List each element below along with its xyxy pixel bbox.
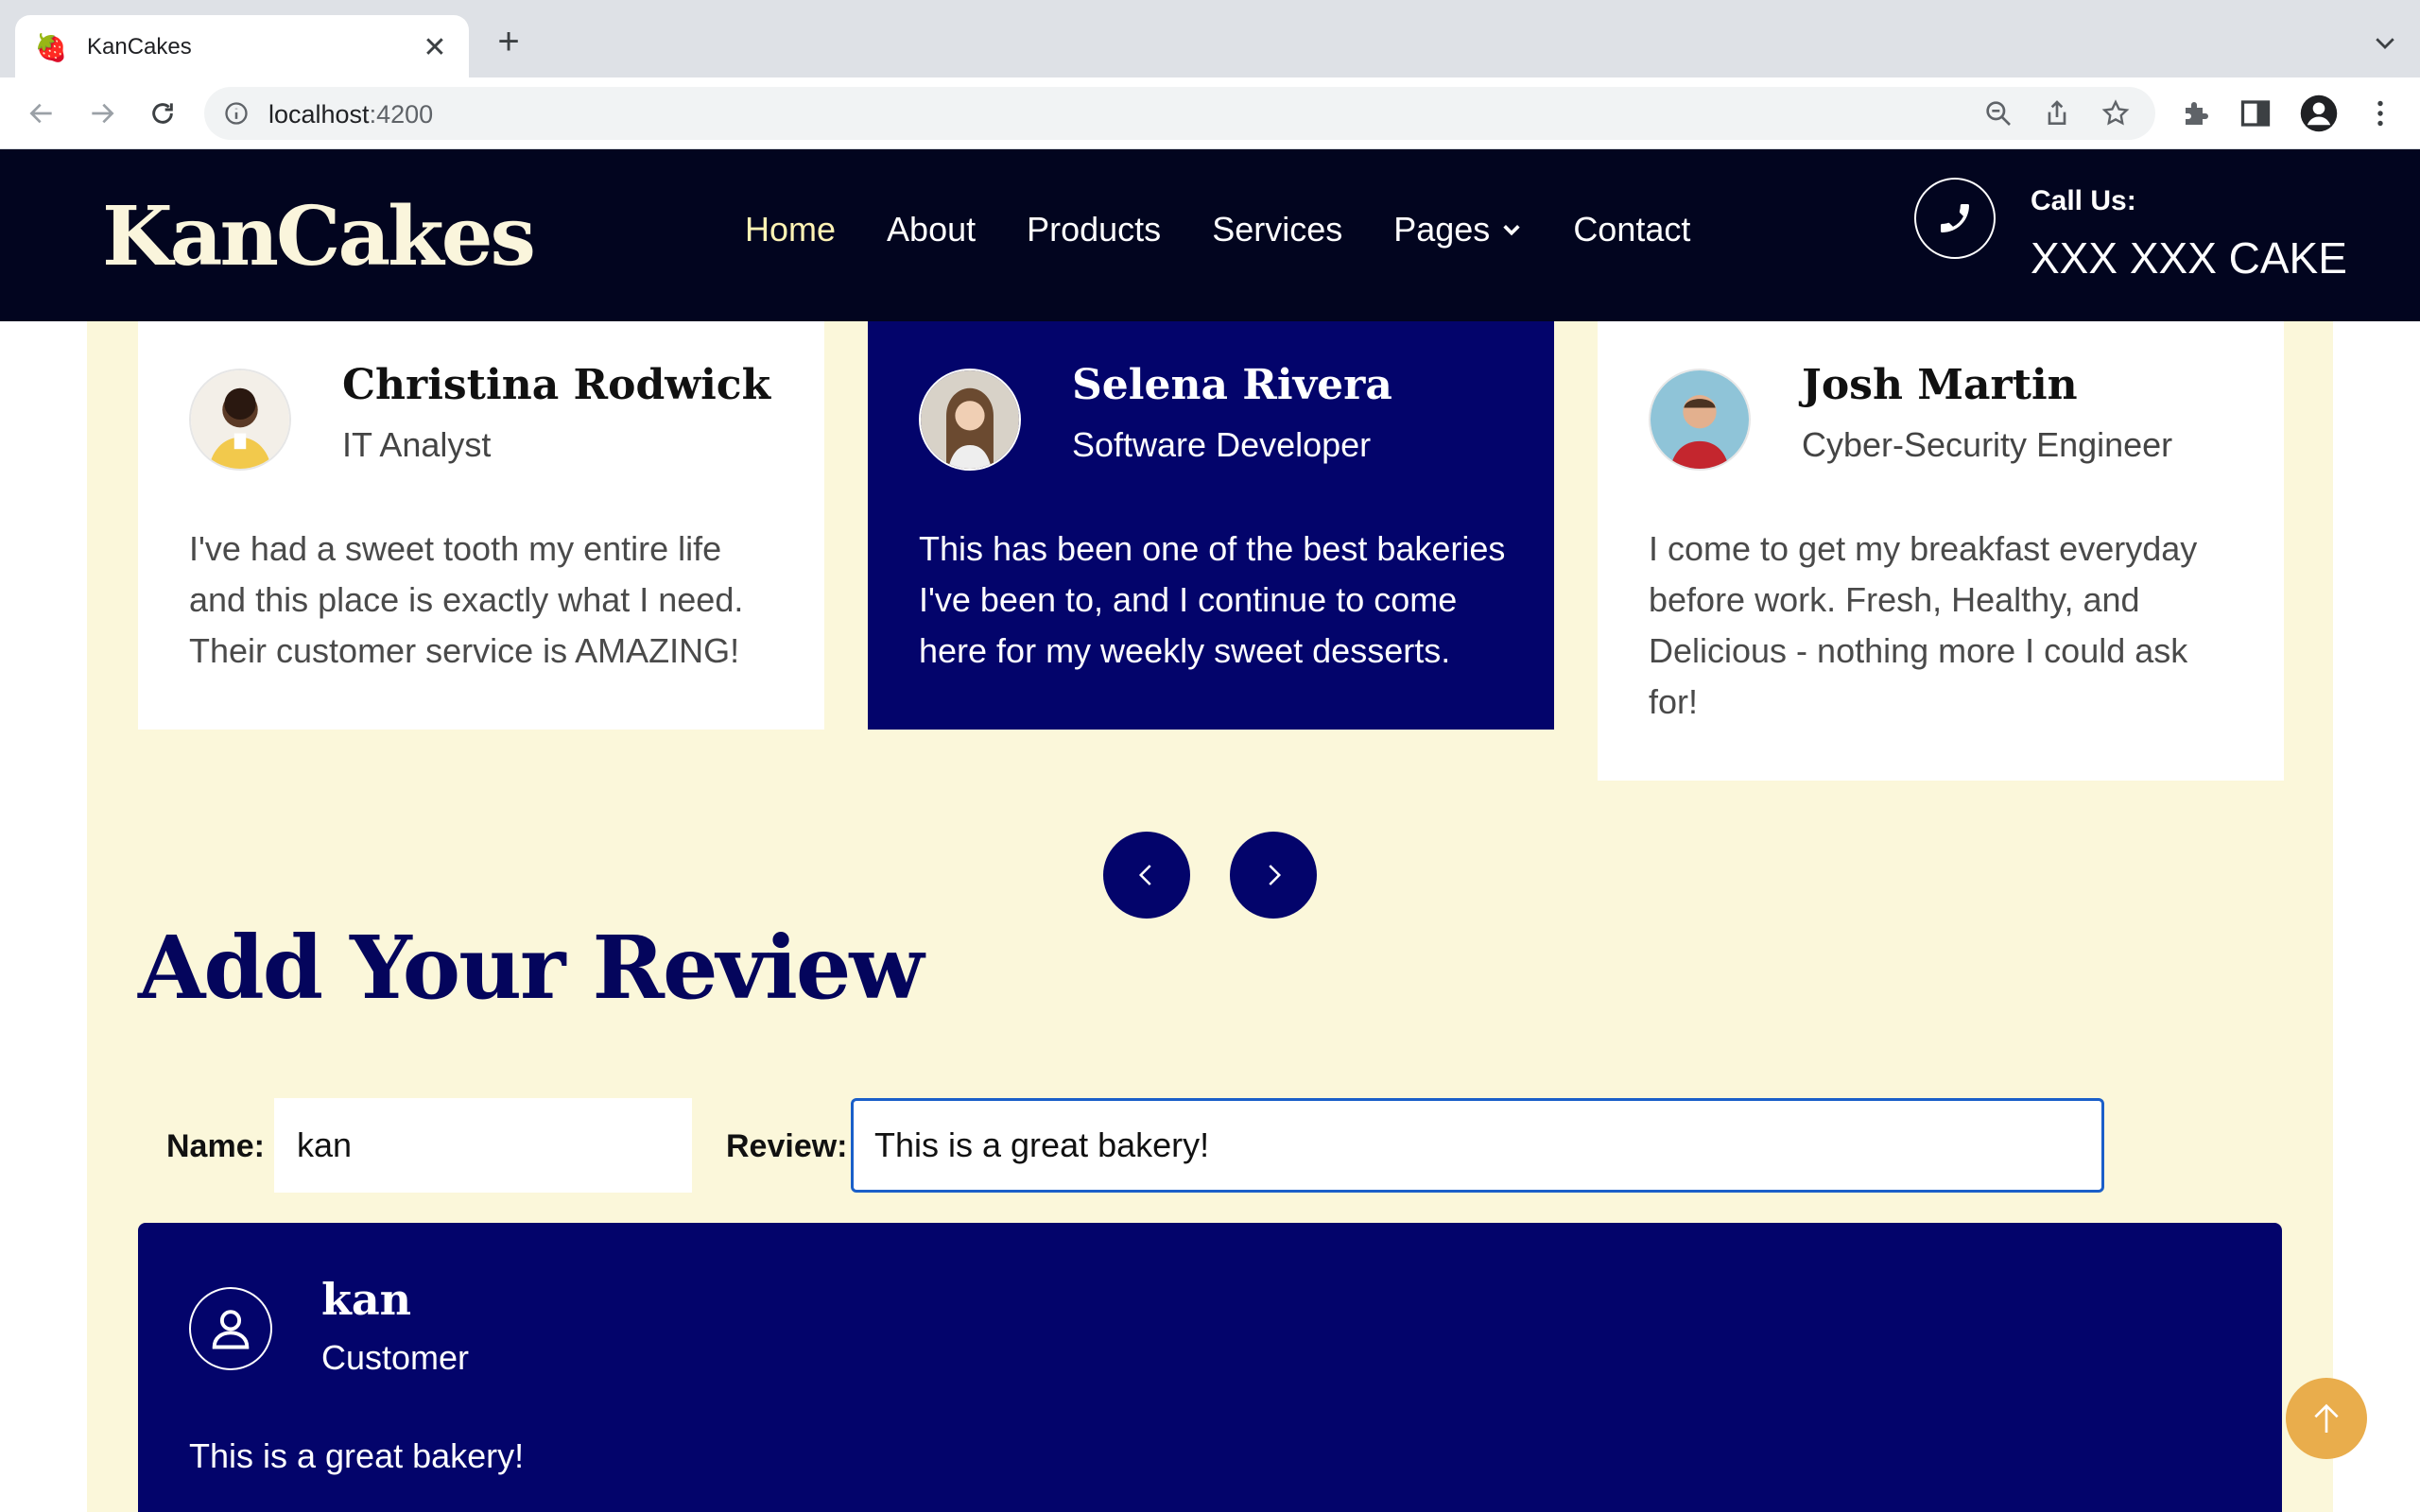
strawberry-favicon-icon: 🍓	[34, 32, 68, 62]
phone-icon	[1914, 178, 1996, 259]
testimonial-name: Christina Rodwick	[342, 361, 771, 409]
browser-tab-bar: 🍓 KanCakes ✕ +	[0, 0, 2420, 79]
testimonial-role: Cyber-Security Engineer	[1802, 425, 2173, 464]
browser-menu-icon[interactable]	[2363, 96, 2397, 130]
review-input[interactable]	[851, 1098, 2104, 1193]
testimonial-card: Josh Martin Cyber-Security Engineer I co…	[1598, 321, 2284, 781]
bookmark-star-icon[interactable]	[2100, 98, 2131, 129]
carousel-prev-button[interactable]	[1103, 832, 1190, 919]
nav-about[interactable]: About	[887, 210, 976, 249]
new-tab-icon[interactable]: +	[490, 23, 527, 62]
testimonial-name: Selena Rivera	[1072, 361, 1392, 409]
testimonial-quote: I've had a sweet tooth my entire life an…	[189, 529, 744, 670]
review-text: This is a great bakery!	[189, 1436, 525, 1475]
testimonial-name: Josh Martin	[1802, 361, 2078, 409]
browser-toolbar: localhost:4200	[0, 77, 2420, 149]
nav-pages-label: Pages	[1393, 210, 1491, 249]
carousel-next-button[interactable]	[1230, 832, 1317, 919]
main-content: Christina Rodwick IT Analyst I've had a …	[0, 321, 2420, 1512]
call-label: Call Us:	[2031, 185, 2136, 216]
forward-arrow-icon[interactable]	[81, 93, 123, 134]
new-review-card: kan Customer This is a great bakery!	[138, 1223, 2282, 1512]
call-number: XXX XXX CAKE	[2031, 233, 2347, 283]
testimonial-card: Christina Rodwick IT Analyst I've had a …	[138, 321, 824, 730]
address-bar[interactable]: localhost:4200	[204, 87, 2155, 140]
share-icon[interactable]	[2042, 98, 2072, 129]
nav-home[interactable]: Home	[745, 210, 836, 249]
nav-contact[interactable]: Contact	[1573, 210, 1690, 249]
review-author-role: Customer	[321, 1338, 470, 1377]
browser-tab[interactable]: 🍓 KanCakes ✕	[15, 15, 469, 79]
site-header: KanCakes Home About Products Services Pa…	[0, 149, 2420, 321]
tab-title: KanCakes	[87, 34, 192, 60]
url-port: :4200	[369, 100, 434, 129]
avatar	[1649, 369, 1751, 471]
add-review-heading: Add Your Review	[138, 917, 925, 1019]
testimonial-role: Software Developer	[1072, 425, 1372, 464]
nav-pages[interactable]: Pages	[1393, 210, 1522, 249]
tab-search-chevron-icon[interactable]	[2371, 28, 2399, 57]
back-to-top-button[interactable]	[2286, 1378, 2367, 1459]
avatar	[189, 369, 291, 471]
chevron-down-icon	[1503, 225, 1520, 236]
site-info-icon[interactable]	[223, 100, 250, 127]
name-label: Name:	[166, 1128, 265, 1164]
site-logo[interactable]: KanCakes	[102, 189, 536, 284]
reload-icon[interactable]	[142, 93, 183, 134]
extensions-puzzle-icon[interactable]	[2180, 96, 2214, 130]
main-nav: Home About Products Services Pages Conta…	[745, 210, 1741, 249]
name-input[interactable]	[274, 1098, 692, 1193]
testimonial-card-active: Selena Rivera Software Developer This ha…	[868, 321, 1554, 730]
profile-avatar-icon[interactable]	[2299, 94, 2339, 133]
side-panel-icon[interactable]	[2238, 96, 2273, 130]
arrow-up-icon	[2314, 1403, 2339, 1433]
back-arrow-icon[interactable]	[21, 93, 62, 134]
chevron-left-icon	[1138, 865, 1151, 885]
review-author-name: kan	[321, 1274, 412, 1325]
chevron-right-icon	[1269, 865, 1282, 885]
testimonial-quote: This has been one of the best bakeries I…	[919, 529, 1506, 670]
url-host: localhost	[268, 100, 370, 129]
testimonial-role: IT Analyst	[342, 425, 492, 464]
avatar	[919, 369, 1021, 471]
review-label: Review:	[726, 1128, 848, 1164]
nav-services[interactable]: Services	[1212, 210, 1342, 249]
user-icon	[189, 1287, 272, 1370]
zoom-out-icon[interactable]	[1983, 98, 2014, 129]
testimonial-quote: I come to get my breakfast everyday befo…	[1649, 529, 2198, 721]
url-text[interactable]: localhost:4200	[268, 100, 433, 129]
tab-close-icon[interactable]: ✕	[420, 31, 450, 64]
nav-products[interactable]: Products	[1027, 210, 1161, 249]
